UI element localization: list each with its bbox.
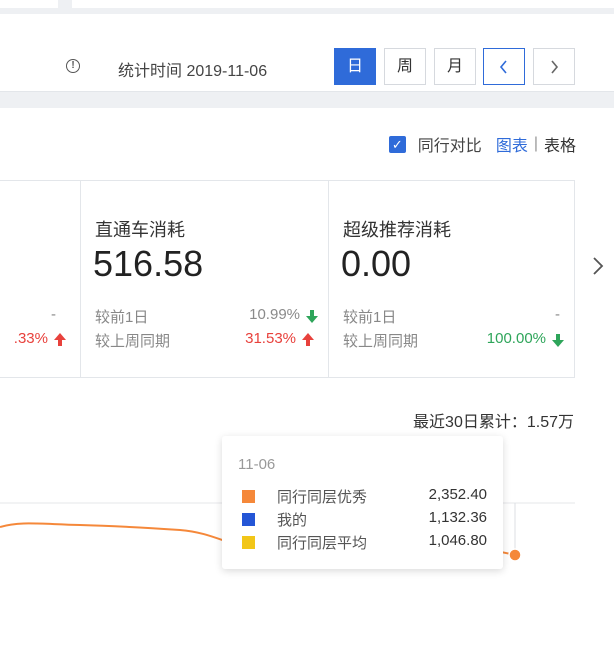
chart-tooltip: 11-06 同行同层优秀 2,352.40 我的 1,132.36 同行同层平均… [222,436,503,569]
compare-toolbar: ✓ 同行对比 图表 | 表格 [388,132,576,156]
period-day-button[interactable]: 日 [334,48,376,85]
metric-value: 0.00 [341,243,412,284]
metric-title: 超级推荐消耗 [343,220,451,240]
legend-swatch [242,513,255,526]
tooltip-series-name: 同行同层平均 [277,535,368,552]
tooltip-row: 同行同层优秀 2,352.40 [242,486,487,506]
last-week-label: 较上周同期 [95,333,171,350]
prev-day-value: - [51,306,56,323]
last-week-value: 100.00% [487,330,564,347]
period-month-button[interactable]: 月 [434,48,476,85]
metrics-next-button[interactable] [592,256,604,276]
date-header: ! 统计时间 2019-11-06 日 周 月 [0,14,614,92]
metric-card-super[interactable]: 超级推荐消耗 0.00 较前1日 - 较上周同期 100.00% [329,181,574,378]
chevron-left-icon [499,60,507,74]
view-chart-link[interactable]: 图表 [496,132,528,156]
metric-cards: - .33% 直通车消耗 516.58 较前1日 10.99% 较上周同期 31… [0,180,575,378]
arrow-down-icon [552,334,564,347]
arrow-up-icon [54,333,66,346]
prev-day-value: - [555,306,560,323]
last-week-value: 31.53% [245,330,314,347]
tooltip-series-name: 同行同层优秀 [277,489,368,506]
tooltip-date: 11-06 [238,456,276,473]
tooltip-series-value: 1,046.80 [428,532,487,549]
arrow-up-icon [302,333,314,346]
chevron-right-icon [551,60,559,74]
metric-card[interactable]: - .33% [0,181,81,378]
tooltip-series-value: 1,132.36 [428,509,487,526]
legend-swatch [242,536,255,549]
tooltip-row: 同行同层平均 1,046.80 [242,532,487,552]
prev-day-value: 10.99% [249,306,318,323]
top-strip-segment [0,0,58,8]
tooltip-series-name: 我的 [277,512,308,529]
view-separator: | [533,135,538,152]
top-strip-segment [72,0,614,8]
metric-value: 516.58 [93,243,204,284]
legend-swatch [242,490,255,503]
period-week-button[interactable]: 周 [384,48,426,85]
stat-time-label: 统计时间 2019-11-06 [118,63,268,80]
next-period-button[interactable] [533,48,575,85]
metric-card-ztc[interactable]: 直通车消耗 516.58 较前1日 10.99% 较上周同期 31.53% [81,181,329,378]
tooltip-series-value: 2,352.40 [428,486,487,503]
info-circle-icon[interactable]: ! [66,59,80,73]
last-week-value: .33% [14,330,66,347]
prev-period-button[interactable] [483,48,525,85]
series-top-point [508,548,522,561]
arrow-down-icon [306,310,318,323]
metrics-panel: ✓ 同行对比 图表 | 表格 - .33% 直通车消耗 516.58 较前1日 … [0,108,614,669]
top-strip [0,0,614,14]
prev-day-label: 较前1日 [343,309,397,326]
metric-title: 直通车消耗 [95,220,185,240]
compare-label[interactable]: 同行对比 [418,132,482,156]
view-table-link[interactable]: 表格 [544,132,576,156]
tooltip-row: 我的 1,132.36 [242,509,487,529]
prev-day-label: 较前1日 [95,309,149,326]
last-week-label: 较上周同期 [343,333,419,350]
compare-checkbox[interactable]: ✓ [388,135,406,153]
